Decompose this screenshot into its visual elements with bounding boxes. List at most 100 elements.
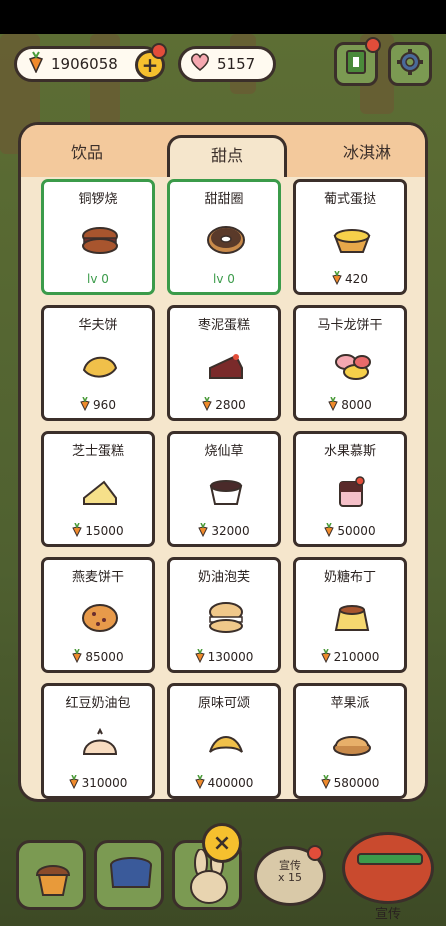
price-value: 580000 [333, 776, 380, 790]
item-name: 甜甜圈 [204, 192, 244, 207]
fruit-mousse-icon [332, 476, 372, 508]
price-value: 32000 [211, 524, 250, 538]
donut-icon [206, 224, 246, 256]
item-price: 400000 [170, 774, 278, 790]
promo-drum-big[interactable] [342, 832, 434, 904]
item-name: 红豆奶油包 [65, 696, 131, 711]
price-value: 130000 [207, 650, 254, 664]
item-card[interactable]: 奶糖布丁 210000 [293, 557, 407, 673]
item-card[interactable]: 原味可颂 400000 [167, 683, 281, 799]
item-card[interactable]: 芝士蛋糕 15000 [41, 431, 155, 547]
grass-jelly-icon [206, 476, 246, 508]
tab-desserts[interactable]: 甜点 [167, 135, 287, 177]
item-price: 210000 [296, 648, 404, 664]
item-card[interactable]: 葡式蛋挞 420 [293, 179, 407, 295]
price-value: 960 [93, 398, 116, 412]
cheesecake-icon [80, 476, 120, 508]
item-price: 420 [296, 270, 404, 286]
carrot-icon [27, 51, 45, 77]
price-value: 210000 [333, 650, 380, 664]
heart-count: 5157 [217, 55, 256, 73]
close-button[interactable]: × [202, 823, 242, 863]
item-name: 葡式蛋挞 [323, 192, 376, 207]
tab-drinks[interactable]: 饮品 [27, 139, 147, 163]
table-button[interactable] [94, 840, 164, 910]
item-name: 枣泥蛋糕 [197, 318, 250, 333]
item-price: 32000 [170, 522, 278, 538]
status-bar [0, 0, 446, 34]
notification-badge [365, 37, 381, 53]
item-card[interactable]: 烧仙草 32000 [167, 431, 281, 547]
date-cake-icon [206, 350, 246, 382]
carrot-icon [80, 396, 90, 412]
carrot-icon [68, 774, 79, 790]
item-price: 130000 [170, 648, 278, 664]
promo-count: x 15 [277, 871, 302, 884]
carrot-icon [320, 774, 331, 790]
carrot-icon [198, 522, 209, 538]
item-price: 15000 [44, 522, 152, 538]
item-price: 310000 [44, 774, 152, 790]
item-name: 水果慕斯 [323, 444, 376, 459]
price-value: 310000 [81, 776, 128, 790]
pudding-icon [332, 602, 372, 634]
heart-icon [189, 52, 211, 76]
waffle-icon [80, 350, 120, 382]
macaron-icon [332, 350, 372, 382]
item-name: 原味可颂 [197, 696, 250, 711]
price-value: 15000 [85, 524, 124, 538]
item-card[interactable]: 苹果派 580000 [293, 683, 407, 799]
item-name: 奶糖布丁 [323, 570, 376, 585]
item-name: 苹果派 [330, 696, 370, 711]
task-book-button[interactable] [334, 37, 381, 86]
price-value: 50000 [337, 524, 376, 538]
cupcake-icon [33, 855, 73, 901]
carrot-icon [332, 270, 342, 286]
price-value: 85000 [85, 650, 124, 664]
carrot-icon [324, 522, 335, 538]
item-card[interactable]: 红豆奶油包 310000 [41, 683, 155, 799]
cream-puff-icon [206, 602, 246, 634]
item-price: 960 [44, 396, 152, 412]
carrot-icon [72, 522, 83, 538]
carrot-icon [194, 774, 205, 790]
item-card[interactable]: 马卡龙饼干 8000 [293, 305, 407, 421]
item-level: lv 0 [87, 272, 109, 286]
gear-icon [395, 47, 425, 81]
item-card[interactable]: 铜锣烧 lv 0 [41, 179, 155, 295]
price-value: 420 [345, 272, 368, 286]
settings-button[interactable] [388, 42, 432, 86]
item-card[interactable]: 奶油泡芙 130000 [167, 557, 281, 673]
carrot-counter: 1906058 + [14, 43, 167, 82]
item-name: 烧仙草 [204, 444, 244, 459]
promo-drum-small[interactable]: 宣传 x 15 [254, 845, 326, 906]
item-card[interactable]: 燕麦饼干 85000 [41, 557, 155, 673]
item-name: 燕麦饼干 [71, 570, 124, 585]
carrot-icon [72, 648, 83, 664]
red-bean-bun-icon [80, 727, 120, 760]
egg-tart-icon [332, 224, 372, 256]
item-name: 芝士蛋糕 [71, 444, 124, 459]
tab-ice-cream[interactable]: 冰淇淋 [307, 139, 425, 163]
carrot-count: 1906058 [51, 55, 118, 73]
item-name: 马卡龙饼干 [317, 318, 383, 333]
item-price: 8000 [296, 396, 404, 412]
promo-progress-bar [357, 853, 423, 865]
item-name: 华夫饼 [78, 318, 118, 333]
item-name: 铜锣烧 [78, 192, 118, 207]
table-icon [107, 855, 155, 903]
item-price: 85000 [44, 648, 152, 664]
item-price: 580000 [296, 774, 404, 790]
item-card[interactable]: 甜甜圈 lv 0 [167, 179, 281, 295]
item-card[interactable]: 枣泥蛋糕 2800 [167, 305, 281, 421]
item-price: 50000 [296, 522, 404, 538]
item-name: 奶油泡芙 [197, 570, 250, 585]
dessert-stand-button[interactable] [16, 840, 86, 910]
apple-pie-icon [332, 728, 372, 760]
price-value: 400000 [207, 776, 254, 790]
item-card[interactable]: 华夫饼 960 [41, 305, 155, 421]
notification-badge [307, 845, 323, 861]
item-price: 2800 [170, 396, 278, 412]
item-card[interactable]: 水果慕斯 50000 [293, 431, 407, 547]
price-value: 2800 [215, 398, 246, 412]
